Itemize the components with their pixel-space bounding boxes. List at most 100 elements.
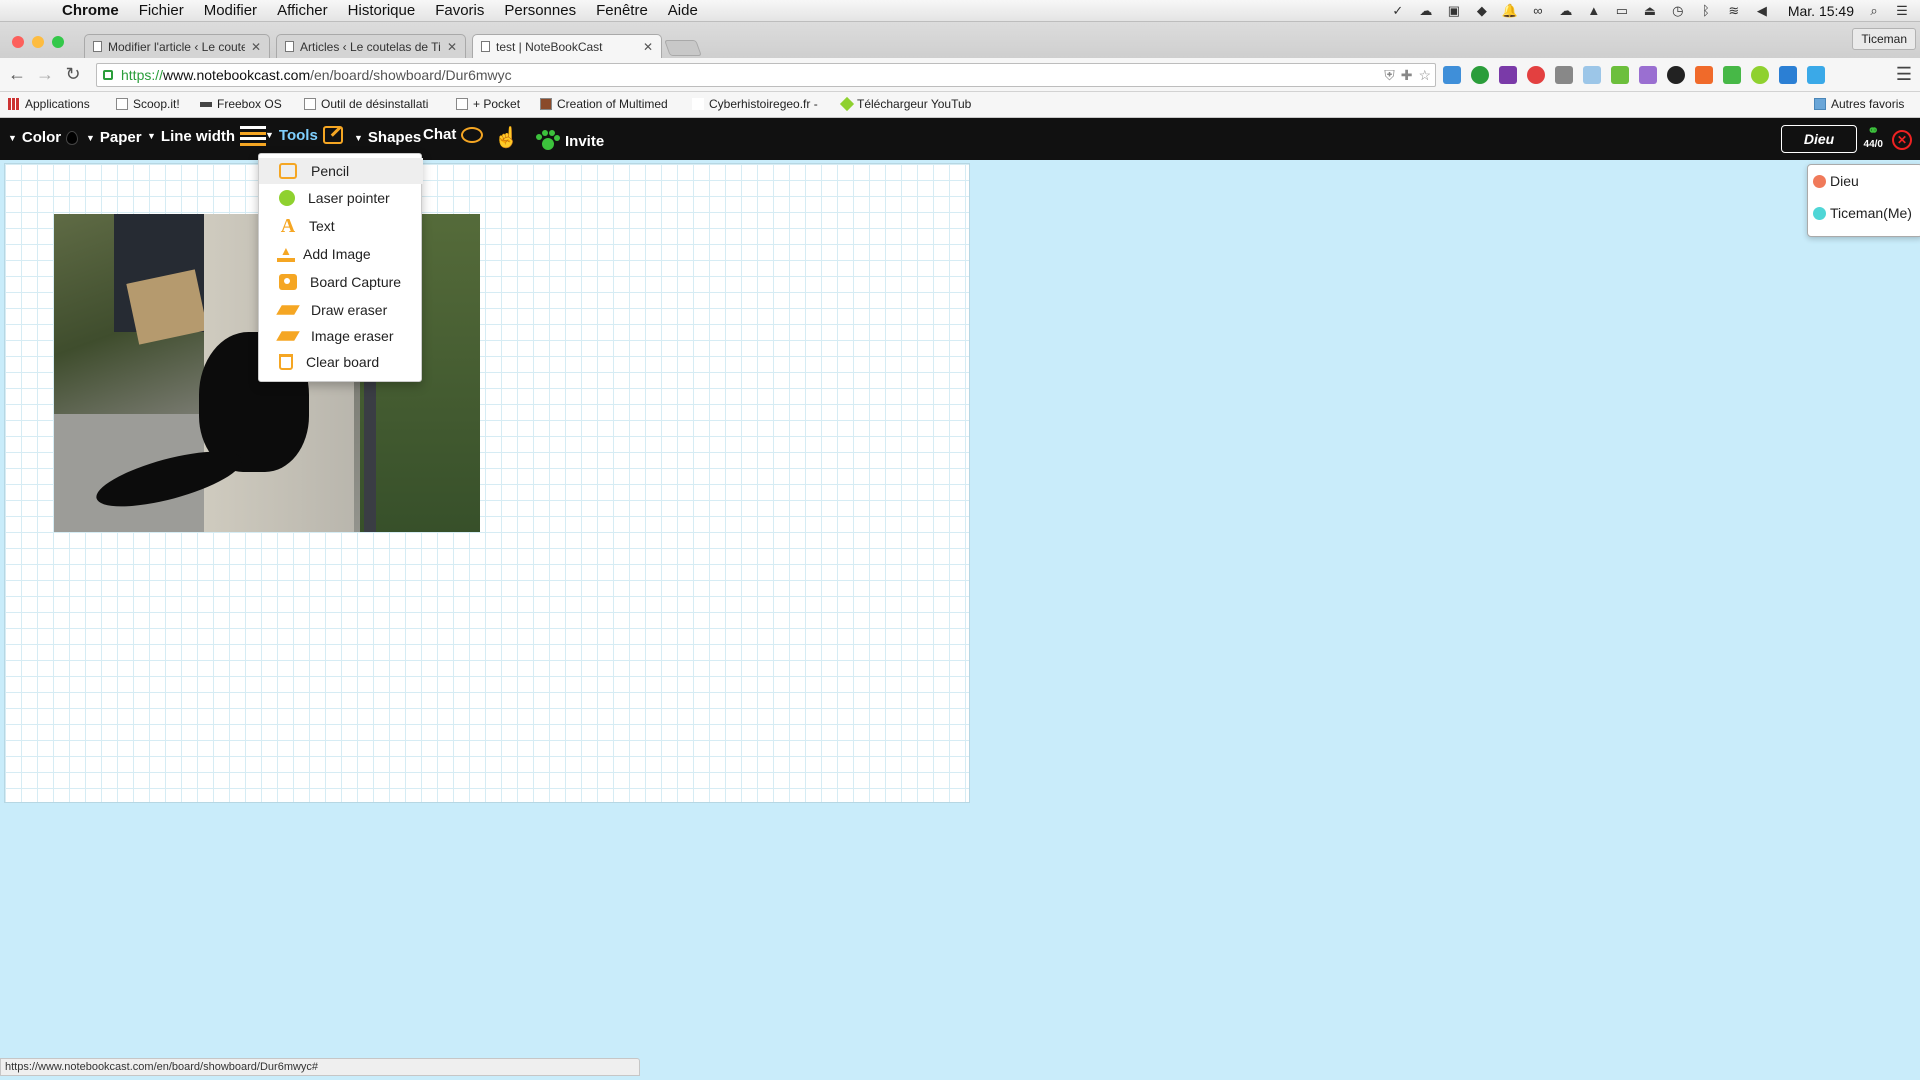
drive-icon[interactable]: ▲ <box>1586 4 1602 18</box>
onenote-icon[interactable] <box>1499 66 1517 84</box>
eject-icon[interactable]: ⏏ <box>1642 4 1658 18</box>
omnibox-icons: ⛨ ✚ ☆ <box>1384 67 1431 84</box>
extension-10-icon[interactable] <box>1695 66 1713 84</box>
shield-icon[interactable]: ⛨ <box>1384 67 1395 84</box>
hand-pan-button[interactable]: ☝ <box>494 125 519 150</box>
close-window-button[interactable] <box>12 36 24 48</box>
bookmark-star-icon[interactable]: ☆ <box>1418 67 1431 84</box>
extension-2-icon[interactable] <box>1471 66 1489 84</box>
menu-chrome[interactable]: Chrome <box>52 2 129 19</box>
menu-modifier[interactable]: Modifier <box>194 2 267 19</box>
volume-icon[interactable]: ◀ <box>1754 4 1770 18</box>
paper-menu[interactable]: ▼ Paper <box>86 129 142 146</box>
tab-modifier-article[interactable]: Modifier l'article ‹ Le coutel ✕ <box>84 34 270 58</box>
user-ticeman[interactable]: Ticeman(Me) <box>1813 205 1912 221</box>
extension-puzzle-icon[interactable]: ✚ <box>1401 67 1413 84</box>
tab-strip: Modifier l'article ‹ Le coutel ✕ Article… <box>0 22 1920 58</box>
reload-icon[interactable]: ↻ <box>62 64 84 86</box>
creative-cloud-icon[interactable]: ∞ <box>1530 4 1546 18</box>
profile-button[interactable]: Ticeman <box>1852 28 1916 50</box>
chrome-menu-icon[interactable]: ☰ <box>1896 64 1912 85</box>
tool-board-capture[interactable]: Board Capture <box>259 269 423 295</box>
tool-pencil[interactable]: Pencil <box>259 158 423 184</box>
spotlight-search-icon[interactable]: ⌕ <box>1866 4 1882 18</box>
bookmark-applications[interactable]: Applications <box>8 97 90 111</box>
extension-12-icon[interactable] <box>1751 66 1769 84</box>
menu-favoris[interactable]: Favoris <box>425 2 494 19</box>
tool-image-eraser[interactable]: Image eraser <box>259 323 423 349</box>
invite-button[interactable]: Invite <box>536 130 604 152</box>
bookmark-label: + Pocket <box>473 97 521 111</box>
chat-button[interactable]: Chat <box>423 126 484 143</box>
tool-draw-eraser[interactable]: Draw eraser <box>259 297 423 323</box>
menu-historique[interactable]: Historique <box>338 2 426 19</box>
bookmark-pocket[interactable]: + Pocket <box>456 97 520 111</box>
notification-center-icon[interactable]: ☰ <box>1894 4 1910 18</box>
bookmark-youtube-downloader[interactable]: Téléchargeur YouTub <box>839 96 971 112</box>
pencil-icon <box>322 126 343 144</box>
menu-fichier[interactable]: Fichier <box>129 2 194 19</box>
feather-icon[interactable] <box>1639 66 1657 84</box>
extension-9-icon[interactable] <box>1667 66 1685 84</box>
extension-11-icon[interactable] <box>1723 66 1741 84</box>
bookmark-cyberhistoiregeo[interactable]: Cyberhistoiregeo.fr - <box>692 97 818 111</box>
tools-menu-button[interactable]: ▼ Tools <box>265 126 343 144</box>
extension-4-icon[interactable] <box>1527 66 1545 84</box>
camera-extension-icon[interactable] <box>1583 66 1601 84</box>
tool-label: Pencil <box>311 163 350 179</box>
time-machine-icon[interactable]: ◷ <box>1670 4 1686 18</box>
tool-add-image[interactable]: Add Image <box>259 241 423 267</box>
new-tab-button[interactable] <box>664 40 702 56</box>
browser-toolbar: ← → ↻ https://www.notebookcast.com/en/bo… <box>0 58 1920 92</box>
wifi-icon[interactable]: ≋ <box>1726 4 1742 18</box>
extension-13-icon[interactable] <box>1779 66 1797 84</box>
maximize-window-button[interactable] <box>52 36 64 48</box>
upload-icon <box>277 244 295 262</box>
minimize-window-button[interactable] <box>32 36 44 48</box>
clock[interactable]: Mar. 15:49 <box>1788 3 1854 19</box>
user-name: Dieu <box>1830 173 1859 189</box>
extension-14-icon[interactable] <box>1807 66 1825 84</box>
forward-arrow-icon[interactable]: → <box>34 64 56 86</box>
user-dieu[interactable]: Dieu <box>1813 173 1859 189</box>
tool-text[interactable]: A Text <box>259 213 423 239</box>
page-icon <box>481 41 490 52</box>
inbox-status-icon[interactable]: ▣ <box>1446 4 1462 18</box>
color-menu[interactable]: ▼ Color <box>8 129 79 146</box>
cloud-status-icon[interactable]: ☁ <box>1418 4 1434 18</box>
menu-afficher[interactable]: Afficher <box>267 2 338 19</box>
bookmark-outil[interactable]: Outil de désinstallati <box>304 97 428 111</box>
dropbox-status-icon[interactable]: ◆ <box>1474 4 1490 18</box>
back-arrow-icon[interactable]: ← <box>6 64 28 86</box>
tab-notebookcast[interactable]: test | NoteBookCast ✕ <box>472 34 662 58</box>
bookmark-autres-favoris[interactable]: Autres favoris <box>1814 97 1904 111</box>
bookmark-scoopit[interactable]: Scoop.it! <box>116 97 180 111</box>
bookmark-label: Scoop.it! <box>133 97 180 111</box>
pocket-status-icon[interactable]: ✓ <box>1390 4 1406 18</box>
menu-aide[interactable]: Aide <box>658 2 708 19</box>
menu-fenetre[interactable]: Fenêtre <box>586 2 658 19</box>
shapes-menu[interactable]: ▼ Shapes <box>354 129 421 146</box>
bell-status-icon[interactable]: 🔔 <box>1502 4 1518 18</box>
extension-5-icon[interactable] <box>1555 66 1573 84</box>
close-tab-icon[interactable]: ✕ <box>447 40 457 54</box>
line-width-menu[interactable]: ▼ Line width <box>147 126 267 146</box>
current-user-button[interactable]: Dieu <box>1781 125 1857 153</box>
extension-1-icon[interactable] <box>1443 66 1461 84</box>
menu-personnes[interactable]: Personnes <box>494 2 586 19</box>
tab-articles[interactable]: Articles ‹ Le coutelas de Ti ✕ <box>276 34 466 58</box>
bluetooth-icon[interactable]: ᛒ <box>1698 4 1714 18</box>
airplay-icon[interactable]: ▭ <box>1614 4 1630 18</box>
bookmark-freebox[interactable]: Freebox OS <box>200 97 282 111</box>
icloud-icon[interactable]: ☁ <box>1558 4 1574 18</box>
image-icon <box>540 98 552 110</box>
leave-board-icon[interactable]: ✕ <box>1892 130 1912 150</box>
tool-laser-pointer[interactable]: Laser pointer <box>259 185 423 211</box>
extension-7-icon[interactable] <box>1611 66 1629 84</box>
close-tab-icon[interactable]: ✕ <box>643 40 653 54</box>
eraser-icon <box>276 331 300 341</box>
bookmark-multimedia[interactable]: Creation of Multimed <box>540 97 668 111</box>
close-tab-icon[interactable]: ✕ <box>251 40 261 54</box>
tool-clear-board[interactable]: Clear board <box>259 349 423 375</box>
address-bar[interactable]: https://www.notebookcast.com/en/board/sh… <box>96 63 1436 87</box>
